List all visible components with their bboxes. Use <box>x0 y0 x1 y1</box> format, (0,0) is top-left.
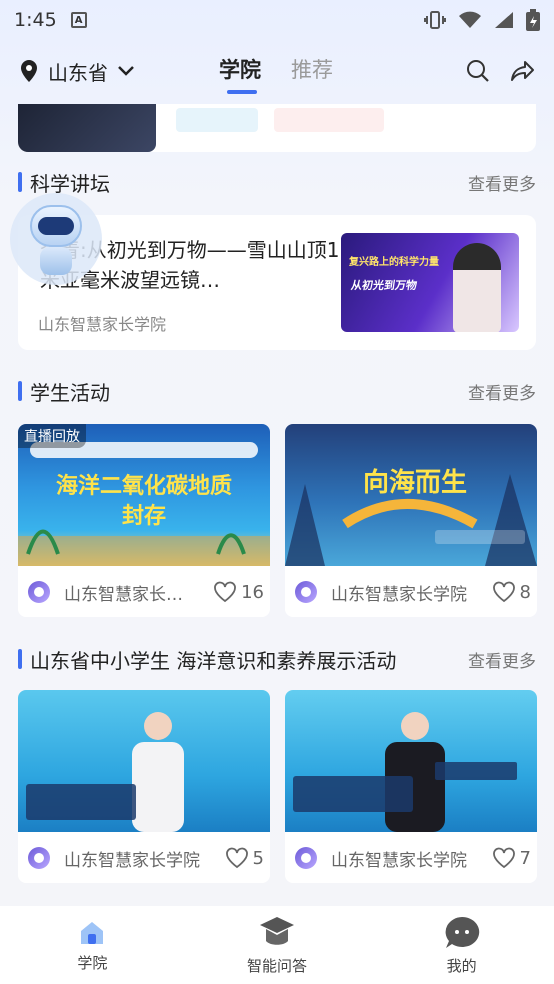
card-footer: 山东智慧家长学院 5 <box>28 833 264 883</box>
thumb-title: 海洋二氧化碳地质封存 <box>55 474 232 529</box>
chevron-down-icon <box>118 66 134 76</box>
robot-assistant-icon[interactable] <box>10 193 102 285</box>
like-button[interactable]: 8 <box>492 581 531 603</box>
lecture-thumbnail: 复兴路上的科学力量 从初光到万物 <box>341 233 519 332</box>
robot-body <box>40 247 72 275</box>
card-footer: 山东智慧家长学院 8 <box>295 567 531 617</box>
thumb-art <box>26 712 184 832</box>
home-icon <box>81 921 104 944</box>
bottom-tab-bar: 学院 智能问答 我的 <box>0 906 554 984</box>
publisher-name: 山东智慧家长学院 <box>331 584 467 605</box>
section-accent-bar <box>18 649 22 669</box>
card-footer: 山东智慧家长… 16 <box>28 567 264 617</box>
science-section-header: 科学讲坛 查看更多 <box>18 167 536 197</box>
share-icon[interactable] <box>510 59 536 83</box>
status-time: 1:45 <box>14 9 57 31</box>
sim-icon: A <box>70 12 87 28</box>
battery-icon <box>526 9 540 31</box>
tab-college[interactable]: 学院 <box>219 54 261 94</box>
location-label: 山东省 <box>48 60 108 85</box>
section-accent-bar <box>18 381 22 401</box>
wifi-icon <box>459 11 481 28</box>
card-footer: 山东智慧家长学院 7 <box>295 833 531 883</box>
heart-icon <box>492 847 515 869</box>
like-button[interactable]: 5 <box>225 847 264 869</box>
robot-visor <box>38 217 74 235</box>
video-thumbnail <box>285 690 537 832</box>
section-accent-bar <box>18 172 22 192</box>
section-title: 科学讲坛 <box>30 171 110 196</box>
thumb-title: 向海而生 <box>362 468 467 498</box>
heart-icon <box>225 847 248 869</box>
search-icon[interactable] <box>466 59 490 83</box>
location-pin-icon <box>21 60 37 82</box>
bottom-tab-qa[interactable]: 智能问答 <box>217 915 337 976</box>
bottom-tab-label: 我的 <box>446 956 477 975</box>
heart-icon <box>492 581 515 603</box>
location-selector[interactable]: 山东省 <box>18 57 136 86</box>
publisher-avatar <box>28 581 50 603</box>
bottom-tab-mine[interactable]: 我的 <box>402 915 522 976</box>
section-title: 学生活动 <box>30 380 110 405</box>
graduation-cap-icon <box>259 916 294 945</box>
publisher-avatar <box>295 581 317 603</box>
thumb-art <box>293 712 517 832</box>
activity-card[interactable]: 向海而生 山东智慧家长学院 8 <box>285 424 537 617</box>
signal-icon <box>495 12 513 28</box>
publisher-name: 山东智慧家长学院 <box>64 850 200 871</box>
bottom-tab-label: 智能问答 <box>246 956 307 975</box>
thumb-caption: 复兴路上的科学力量 <box>349 257 439 268</box>
heart-icon <box>214 581 236 603</box>
partial-card-thumbnail <box>18 104 156 152</box>
activity-card[interactable]: 海洋二氧化碳地质封存 直播回放 山东智慧家长… 16 <box>18 424 270 617</box>
ocean-video-card[interactable]: 山东智慧家长学院 5 <box>18 690 270 883</box>
like-count: 8 <box>519 581 531 603</box>
video-thumbnail: 向海而生 <box>285 424 537 566</box>
lecture-source: 山东智慧家长学院 <box>38 315 167 334</box>
ocean-video-card[interactable]: 山东智慧家长学院 7 <box>285 690 537 883</box>
top-nav: 山东省 学院 推荐 <box>0 44 554 98</box>
publisher-name: 山东智慧家长学院 <box>331 850 467 871</box>
vibrate-icon <box>424 11 446 29</box>
section-title: 山东省中小学生 海洋意识和素养展示活动 <box>30 648 397 673</box>
view-more-link[interactable]: 查看更多 <box>468 379 536 404</box>
like-count: 7 <box>519 847 531 869</box>
publisher-name: 山东智慧家长… <box>64 584 183 605</box>
ocean-section-header: 山东省中小学生 海洋意识和素养展示活动 查看更多 <box>18 644 536 674</box>
partial-card[interactable] <box>18 104 536 152</box>
partial-tag-chip <box>176 108 258 132</box>
chat-face-icon <box>445 916 479 948</box>
like-button[interactable]: 7 <box>492 847 531 869</box>
speaker-image <box>453 243 501 332</box>
like-count: 5 <box>252 847 264 869</box>
bottom-tab-label: 学院 <box>77 953 108 972</box>
view-more-link[interactable]: 查看更多 <box>468 647 536 672</box>
publisher-avatar <box>295 847 317 869</box>
thumb-headline: 从初光到万物 <box>350 279 418 292</box>
replay-badge: 直播回放 <box>18 424 86 448</box>
publisher-avatar <box>28 847 50 869</box>
bottom-tab-college[interactable]: 学院 <box>32 918 152 973</box>
view-more-link[interactable]: 查看更多 <box>468 170 536 195</box>
video-thumbnail <box>18 690 270 832</box>
tab-recommend[interactable]: 推荐 <box>291 54 333 84</box>
like-button[interactable]: 16 <box>213 581 264 603</box>
activities-section-header: 学生活动 查看更多 <box>18 376 536 406</box>
top-tabs: 学院 推荐 <box>219 54 333 94</box>
status-bar: 1:45 A <box>0 0 554 40</box>
partial-tag-chip <box>274 108 384 132</box>
like-count: 16 <box>241 581 264 603</box>
